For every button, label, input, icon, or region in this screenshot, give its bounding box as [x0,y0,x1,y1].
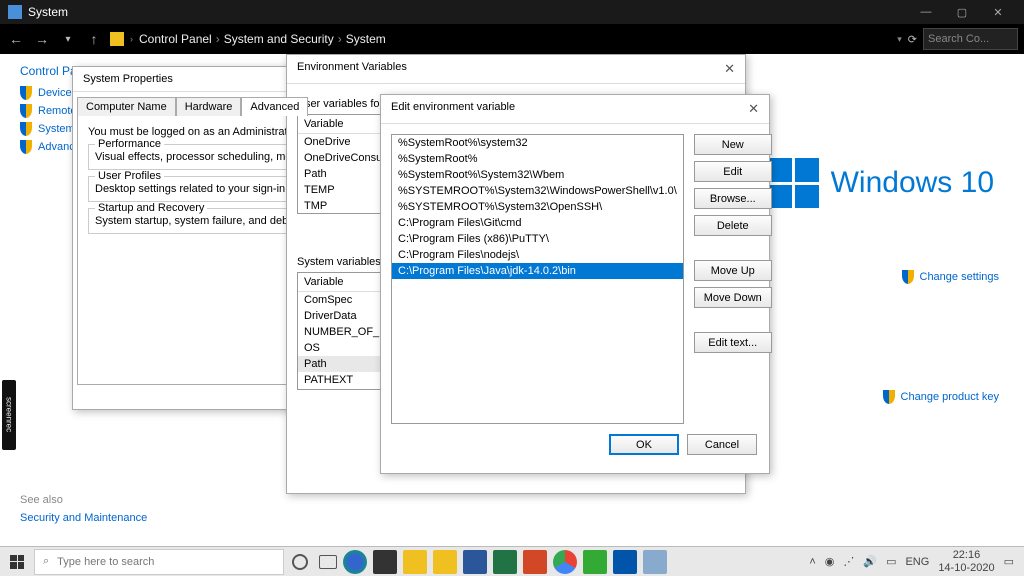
up-button[interactable]: ↑ [84,31,104,47]
delete-button[interactable]: Delete [694,215,772,236]
change-settings-link[interactable]: Change settings [902,270,1000,284]
group-startup: Startup and Recovery [95,202,207,214]
edit-text-button[interactable]: Edit text... [694,332,772,353]
tray-wifi-icon[interactable]: ⋰ [843,555,854,568]
search-icon: ⌕ [43,555,49,568]
shield-icon [902,270,914,284]
windows-brand: Windows 10 [769,158,994,208]
path-list[interactable]: %SystemRoot%\system32 %SystemRoot% %Syst… [391,134,684,424]
edge-icon[interactable] [343,550,367,574]
shield-icon [20,104,32,118]
brand-text: Windows 10 [831,166,994,200]
path-item[interactable]: C:\Program Files (x86)\PuTTY\ [392,231,683,247]
tray-battery-icon[interactable]: ▭ [886,555,896,568]
navbar: ← → ▾ ↑ › Control Panel› System and Secu… [0,24,1024,54]
cortana-icon[interactable] [292,554,308,570]
taskbar: ⌕Type here to search ˄ ◉ ⋰ 🔊 ▭ ENG 22:16… [0,546,1024,576]
tab-hardware[interactable]: Hardware [176,97,242,116]
refresh-icon[interactable]: ⟳ [908,33,917,46]
crumb-2[interactable]: System and Security [224,32,334,46]
new-button[interactable]: New [694,134,772,155]
windows-logo-icon [769,158,819,208]
breadcrumb[interactable]: Control Panel› System and Security› Syst… [139,32,386,46]
explorer-icon[interactable] [433,550,457,574]
close-icon[interactable]: ✕ [748,101,759,117]
app-icon[interactable] [583,550,607,574]
cancel-button[interactable]: Cancel [687,434,757,455]
close-button[interactable]: ✕ [980,0,1016,24]
path-item-selected[interactable]: C:\Program Files\Java\jdk-14.0.2\bin [392,263,683,279]
tab-advanced[interactable]: Advanced [241,97,308,116]
back-button[interactable]: ← [6,31,26,47]
edit-environment-variable-dialog: Edit environment variable ✕ %SystemRoot%\… [380,94,770,474]
chevron-right-icon: › [130,34,133,44]
group-user-profiles: User Profiles [95,170,164,182]
search-input[interactable]: Search Co... [923,28,1018,50]
start-button[interactable] [0,547,34,577]
folder-icon [110,32,124,46]
system-icon [8,5,22,19]
window-title: System [28,5,908,19]
tab-computer-name[interactable]: Computer Name [77,97,176,116]
tray-chevron-icon[interactable]: ˄ [809,556,815,568]
taskbar-clock[interactable]: 22:1614-10-2020 [938,549,994,573]
browse-button[interactable]: Browse... [694,188,772,209]
dialog-title: System Properties [83,73,173,85]
tray-volume-icon[interactable]: 🔊 [863,555,877,568]
dialog-title: Environment Variables [297,61,407,77]
path-item[interactable]: C:\Program Files\nodejs\ [392,247,683,263]
forward-button[interactable]: → [32,31,52,47]
app-icon[interactable] [613,550,637,574]
explorer-icon[interactable] [403,550,427,574]
tray-location-icon[interactable]: ◉ [825,555,835,568]
path-item[interactable]: %SystemRoot%\System32\Wbem [392,167,683,183]
word-icon[interactable] [463,550,487,574]
change-product-key-link[interactable]: Change product key [883,390,999,404]
screenrec-widget[interactable]: screenrec [2,380,16,450]
taskbar-search[interactable]: ⌕Type here to search [34,549,284,575]
chrome-icon[interactable] [553,550,577,574]
path-item[interactable]: C:\Program Files\Git\cmd [392,215,683,231]
see-also-heading: See also [20,494,147,506]
recent-dropdown[interactable]: ▾ [58,34,78,45]
dropdown-icon[interactable]: ▾ [897,34,902,45]
path-item[interactable]: %SYSTEMROOT%\System32\WindowsPowerShell\… [392,183,683,199]
dialog-title: Edit environment variable [391,101,515,117]
task-view-icon[interactable] [319,555,337,569]
crumb-1[interactable]: Control Panel [139,32,212,46]
shield-icon [20,86,32,100]
edit-button[interactable]: Edit [694,161,772,182]
tray-language[interactable]: ENG [905,556,929,568]
minimize-button[interactable]: — [908,0,944,24]
excel-icon[interactable] [493,550,517,574]
titlebar: System — ▢ ✕ [0,0,1024,24]
move-down-button[interactable]: Move Down [694,287,772,308]
notifications-icon[interactable]: ▭ [1004,555,1014,568]
see-also: See also Security and Maintenance [20,494,147,524]
path-item[interactable]: %SystemRoot%\system32 [392,135,683,151]
group-performance: Performance [95,138,164,150]
path-item[interactable]: %SYSTEMROOT%\System32\OpenSSH\ [392,199,683,215]
powerpoint-icon[interactable] [523,550,547,574]
shield-icon [20,140,32,154]
ok-button[interactable]: OK [609,434,679,455]
move-up-button[interactable]: Move Up [694,260,772,281]
maximize-button[interactable]: ▢ [944,0,980,24]
app-icon[interactable] [643,550,667,574]
security-maintenance-link[interactable]: Security and Maintenance [20,512,147,524]
crumb-3[interactable]: System [346,32,386,46]
path-item[interactable]: %SystemRoot% [392,151,683,167]
close-icon[interactable]: ✕ [724,61,735,77]
store-icon[interactable] [373,550,397,574]
shield-icon [883,390,895,404]
shield-icon [20,122,32,136]
